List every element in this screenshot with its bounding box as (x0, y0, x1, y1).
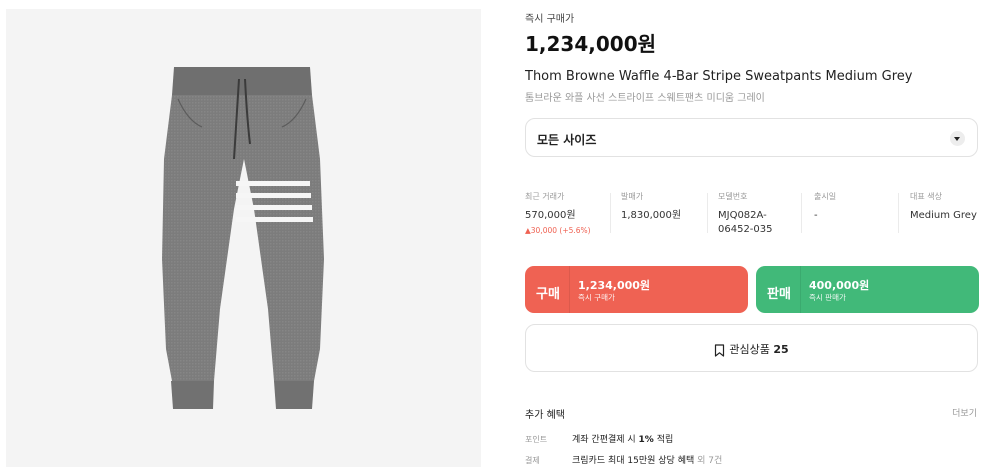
stat-label: 출시일 (814, 192, 837, 201)
wishlist-label: 관심상품 (729, 343, 770, 356)
benefit-key: 결제 (525, 456, 540, 465)
stat-release-price: 발매가 1,830,000원 (621, 191, 706, 236)
sell-amount: 400,000원 (809, 279, 870, 292)
benefits-more-link[interactable]: 더보기 (952, 406, 977, 419)
product-name-en: Thom Browne Waffle 4-Bar Stripe Sweatpan… (525, 69, 913, 84)
stat-release-date: 출시일 - (814, 191, 894, 236)
stat-value: Medium Grey (910, 210, 977, 221)
bookmark-icon (715, 343, 725, 357)
instant-buy-price: 1,234,000원 (525, 32, 657, 56)
buy-amount: 1,234,000원 (578, 279, 651, 292)
divider (898, 193, 899, 233)
size-select-label: 모든 사이즈 (537, 133, 597, 147)
sweatpants-illustration (162, 67, 324, 409)
divider (801, 193, 802, 233)
divider (800, 266, 801, 313)
sell-sub-label: 즉시 판매가 (809, 293, 846, 302)
stat-change: ▲30,000 (+5.6%) (525, 226, 591, 235)
buy-sub-label: 즉시 구매가 (578, 293, 615, 302)
stat-value: 570,000원 (525, 210, 576, 221)
benefit-row-points: 포인트 계좌 간편결제 시 1% 적립 (525, 432, 673, 445)
product-name-ko: 톰브라운 와플 사선 스트라이프 스웨트팬츠 미디움 그레이 (525, 93, 765, 104)
wishlist-button[interactable]: 관심상품 25 (525, 324, 978, 372)
benefit-extra: 외 7건 (694, 456, 723, 466)
stat-label: 대표 색상 (910, 192, 942, 201)
divider (569, 266, 570, 313)
product-image[interactable] (6, 9, 481, 467)
benefits-title: 추가 혜택 (525, 410, 565, 421)
divider (707, 193, 708, 233)
price-label: 즉시 구매가 (525, 14, 575, 25)
product-stats: 최근 거래가 570,000원 ▲30,000 (+5.6%) 발매가 1,83… (525, 191, 980, 236)
stat-recent-price: 최근 거래가 570,000원 ▲30,000 (+5.6%) (525, 191, 607, 236)
buy-button[interactable]: 구매 1,234,000원 즉시 구매가 (525, 266, 748, 313)
stat-label: 최근 거래가 (525, 192, 565, 201)
sell-button[interactable]: 판매 400,000원 즉시 판매가 (756, 266, 979, 313)
wishlist-count: 25 (773, 343, 789, 356)
benefit-text: 적립 (653, 435, 674, 445)
divider (610, 193, 611, 233)
stat-value: - (814, 210, 818, 221)
stat-value: MJQ082A- 06452-035 (718, 209, 798, 237)
model-number-part2: 06452-035 (718, 224, 773, 235)
stat-model-number: 모델번호 MJQ082A- 06452-035 (718, 191, 798, 236)
benefit-value: 계좌 간편결제 시 1% 적립 (572, 435, 673, 445)
benefit-text: 크림카드 최대 15만원 상당 혜택 (572, 456, 695, 466)
benefit-value: 크림카드 최대 15만원 상당 혜택 외 7건 (572, 456, 722, 466)
buy-tag: 구매 (536, 287, 560, 302)
stat-color: 대표 색상 Medium Grey (910, 191, 980, 236)
benefit-key: 포인트 (525, 435, 548, 444)
model-number-part1: MJQ082A- (718, 210, 767, 221)
stat-label: 모델번호 (718, 192, 748, 201)
sell-tag: 판매 (767, 287, 791, 302)
stat-value: 1,830,000원 (621, 210, 682, 221)
chevron-down-icon (950, 131, 965, 146)
benefit-text: 계좌 간편결제 시 (572, 435, 639, 445)
size-select[interactable]: 모든 사이즈 (525, 118, 978, 157)
benefit-row-payment: 결제 크림카드 최대 15만원 상당 혜택 외 7건 (525, 453, 722, 466)
benefit-highlight: 1% (638, 435, 654, 445)
stat-label: 발매가 (621, 192, 644, 201)
